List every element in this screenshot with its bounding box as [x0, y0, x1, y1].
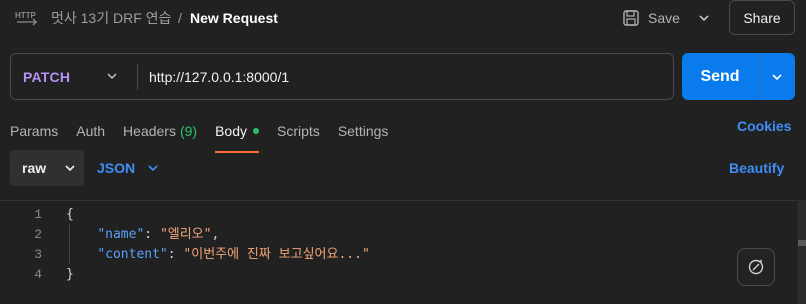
request-tabs: Params Auth Headers (9) Body Scripts Sett… [10, 117, 389, 153]
body-status-dot [253, 128, 260, 134]
chevron-down-icon [148, 165, 158, 172]
json-key: "content" [97, 247, 168, 262]
editor-scrollbar[interactable] [798, 200, 806, 304]
body-mode-select[interactable]: raw [10, 150, 84, 186]
tab-headers[interactable]: Headers (9) [123, 117, 197, 145]
body-format-select[interactable]: JSON [97, 160, 159, 176]
chevron-down-icon [65, 165, 75, 172]
url-divider [137, 64, 138, 90]
chevron-down-icon[interactable] [696, 10, 712, 26]
magic-wand-icon [748, 259, 764, 275]
method-select[interactable]: PATCH [23, 54, 70, 99]
request-title[interactable]: New Request [190, 9, 278, 27]
headers-count: (9) [179, 123, 198, 139]
breadcrumb-collection[interactable]: 멋사 13기 DRF 연습 [51, 9, 171, 27]
send-button[interactable]: Send [682, 53, 758, 100]
http-icon: HTTP [15, 11, 38, 26]
tab-body[interactable]: Body [215, 117, 260, 153]
tab-settings[interactable]: Settings [338, 117, 389, 145]
ai-assist-button[interactable] [737, 248, 775, 286]
tab-scripts[interactable]: Scripts [277, 117, 320, 145]
scroll-thumb[interactable] [798, 240, 806, 246]
code-line: "content": "이번주에 진짜 보고싶어요..." [97, 247, 370, 262]
tab-auth[interactable]: Auth [76, 117, 105, 145]
line-number: 2 [34, 227, 42, 242]
code-line: { [66, 207, 74, 222]
url-bar: PATCH [10, 53, 674, 100]
body-editor[interactable]: 1 2 3 4 { "name": "엘리오", "content": "이번주… [0, 200, 806, 304]
share-button[interactable]: Share [729, 0, 795, 35]
request-header: HTTP 멋사 13기 DRF 연습 / New Request Save Sh… [0, 0, 806, 36]
json-key: "name" [97, 227, 145, 242]
line-gutter: 1 2 3 4 [0, 205, 50, 285]
code-content[interactable]: { "name": "엘리오", "content": "이번주에 진짜 보고싶… [66, 205, 370, 285]
svg-text:HTTP: HTTP [15, 11, 37, 20]
line-number: 1 [34, 207, 42, 222]
cookies-link[interactable]: Cookies [737, 118, 791, 134]
code-line: } [66, 267, 74, 282]
breadcrumb-separator: / [178, 10, 182, 26]
tab-params[interactable]: Params [10, 117, 58, 145]
line-number: 3 [34, 247, 42, 262]
chevron-down-icon[interactable] [105, 69, 119, 83]
body-mode-label: raw [22, 160, 47, 176]
line-number: 4 [34, 267, 42, 282]
send-options-button[interactable] [759, 53, 795, 100]
json-value: "엘리오" [159, 227, 212, 242]
send-button-group: Send [682, 53, 795, 100]
url-input[interactable] [149, 62, 659, 92]
json-value: "이번주에 진짜 보고싶어요..." [183, 247, 370, 262]
chevron-down-icon [772, 73, 782, 80]
indent-guide [69, 224, 70, 264]
save-button[interactable]: Save [622, 6, 680, 30]
save-label: Save [648, 10, 680, 26]
beautify-button[interactable]: Beautify [729, 160, 784, 176]
body-format-label: JSON [97, 160, 136, 176]
save-icon [623, 10, 639, 26]
code-line: "name": "엘리오", [97, 227, 220, 242]
